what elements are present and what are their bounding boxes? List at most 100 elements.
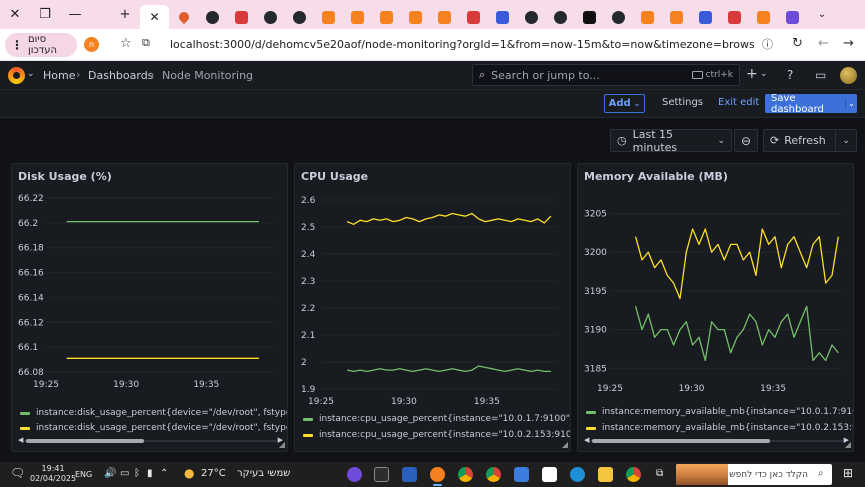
tab[interactable] xyxy=(256,5,285,29)
chevron-down-icon[interactable]: ⌄ xyxy=(27,69,35,79)
legend-scrollbar[interactable]: ◀ ▶ xyxy=(584,436,849,444)
site-info-icon[interactable]: ⓘ xyxy=(762,36,773,52)
taskbar-app-icon[interactable] xyxy=(374,467,389,482)
language-indicator[interactable]: ENG xyxy=(75,470,92,479)
tab[interactable] xyxy=(720,5,749,29)
tab[interactable] xyxy=(285,5,314,29)
battery-icon[interactable]: ▮ xyxy=(147,468,153,479)
scrollbar-thumb[interactable] xyxy=(592,439,770,443)
new-tab-icon[interactable]: + xyxy=(110,0,140,29)
tab[interactable] xyxy=(314,5,343,29)
bookmark-star-icon[interactable]: ☆ xyxy=(120,36,132,51)
url-field[interactable]: localhost:3000/d/dehomcv5e20aof/node-mon… xyxy=(170,38,754,51)
legend-item[interactable]: instance:cpu_usage_percent{instance="10.… xyxy=(303,430,570,440)
series-line[interactable] xyxy=(346,212,552,225)
legend-item[interactable]: instance:disk_usage_percent{device="/dev… xyxy=(20,423,287,433)
scroll-left-icon[interactable]: ◀ xyxy=(584,436,589,444)
resize-handle-icon[interactable]: ◢ xyxy=(562,440,568,449)
weather-icon[interactable]: ● xyxy=(184,466,194,480)
chrome-icon[interactable] xyxy=(626,467,641,482)
plus-icon[interactable]: + xyxy=(746,66,758,82)
scrollbar-thumb[interactable] xyxy=(26,439,144,443)
chevron-up-icon[interactable]: ⌃ xyxy=(160,468,168,479)
series-line[interactable] xyxy=(634,228,839,300)
translate-icon[interactable]: ⧉ xyxy=(142,36,150,50)
profile-update-button[interactable]: ⋮ סיום העדכון xyxy=(5,33,77,57)
series-line[interactable] xyxy=(346,365,551,373)
taskbar-app-icon[interactable] xyxy=(430,467,445,486)
breadcrumb-home[interactable]: Home xyxy=(43,69,75,82)
reload-icon[interactable]: ↻ xyxy=(792,36,803,51)
panel-cpu-usage[interactable]: CPU Usage 2.6 2.5 2.4 2.3 2.2 2.1 2 1.9 19:25 19:… xyxy=(294,163,571,452)
tab[interactable] xyxy=(546,5,575,29)
breadcrumb-dashboards[interactable]: Dashboards xyxy=(88,69,153,82)
notifications-icon[interactable]: 🗨 xyxy=(10,466,25,480)
save-dashboard-button[interactable]: Save dashboard ⌄ xyxy=(765,93,857,115)
global-search[interactable]: ⌕ ctrl+k xyxy=(472,64,740,86)
tab[interactable] xyxy=(691,5,720,29)
scroll-left-icon[interactable]: ◀ xyxy=(18,436,23,444)
tab[interactable] xyxy=(430,5,459,29)
tab[interactable] xyxy=(778,5,807,29)
word-icon[interactable] xyxy=(402,467,417,482)
tab[interactable] xyxy=(633,5,662,29)
grafana-logo-icon[interactable] xyxy=(8,67,25,84)
edge-icon[interactable] xyxy=(570,467,585,482)
tab[interactable] xyxy=(198,5,227,29)
tab[interactable] xyxy=(517,5,546,29)
legend-scrollbar[interactable]: ◀ ▶ xyxy=(18,436,283,444)
time-range-picker[interactable]: ◷ Last 15 minutes ⌄ xyxy=(610,128,732,154)
tab[interactable] xyxy=(604,5,633,29)
taskbar-search[interactable]: הקלד כאן כדי לחפש xyxy=(676,464,832,485)
chevron-down-icon[interactable]: ⌄ xyxy=(760,69,768,79)
task-view-icon[interactable]: ⧉ xyxy=(656,468,663,479)
exit-edit-button[interactable]: Exit edit xyxy=(718,97,759,108)
legend-item[interactable]: instance:cpu_usage_percent{instance="10.… xyxy=(303,414,570,424)
legend-item[interactable]: instance:memory_available_mb{instance="1… xyxy=(586,423,853,433)
store-icon[interactable] xyxy=(542,467,557,482)
search-input[interactable] xyxy=(491,68,686,82)
help-icon[interactable]: ? xyxy=(787,68,793,82)
weather-text[interactable]: שמשי בעיקר xyxy=(237,468,290,479)
tab[interactable] xyxy=(749,5,778,29)
legend-item[interactable]: instance:disk_usage_percent{device="/dev… xyxy=(20,408,287,418)
system-clock[interactable]: 19:41 02/04/2025 xyxy=(30,464,76,484)
tab[interactable] xyxy=(459,5,488,29)
zoom-out-button[interactable]: ⊖ xyxy=(734,129,758,152)
active-tab-close-icon[interactable]: ✕ xyxy=(140,5,169,29)
file-explorer-icon[interactable] xyxy=(598,467,613,482)
mail-icon[interactable] xyxy=(514,467,529,482)
bluetooth-icon[interactable]: ᛒ xyxy=(134,468,140,479)
panel-memory-available[interactable]: Memory Available (MB) 3205 3200 3195 3190 31… xyxy=(577,163,854,452)
profile-avatar[interactable]: n xyxy=(84,37,99,52)
tab[interactable] xyxy=(488,5,517,29)
tab-search-chevron-icon[interactable]: ⌄ xyxy=(807,0,837,29)
user-avatar[interactable] xyxy=(840,67,857,84)
resize-handle-icon[interactable]: ◢ xyxy=(845,440,851,449)
panel-disk-usage[interactable]: Disk Usage (%) 66.22 66.2 66.18 66.16 66.14 6… xyxy=(11,163,288,452)
chrome-icon[interactable] xyxy=(458,467,473,482)
chevron-down-icon[interactable]: ⌄ xyxy=(836,136,856,146)
resize-handle-icon[interactable]: ◢ xyxy=(279,440,285,449)
tab[interactable] xyxy=(343,5,372,29)
tab[interactable] xyxy=(575,5,604,29)
back-icon[interactable]: ← xyxy=(818,36,829,51)
series-line[interactable] xyxy=(634,305,839,362)
cpu-usage-chart[interactable]: 2.6 2.5 2.4 2.3 2.2 2.1 2 1.9 19:25 19:30 19:35 xyxy=(295,164,571,452)
tab[interactable] xyxy=(401,5,430,29)
network-icon[interactable]: ▭ xyxy=(120,468,129,479)
tab[interactable] xyxy=(662,5,691,29)
weather-temp[interactable]: 27°C xyxy=(201,468,226,479)
tab[interactable] xyxy=(169,5,198,29)
settings-button[interactable]: Settings xyxy=(662,97,703,108)
taskbar-app-icon[interactable] xyxy=(347,467,362,482)
taskbar-app-icon[interactable] xyxy=(486,467,501,482)
minimize-icon[interactable]: — xyxy=(60,0,90,29)
close-icon[interactable]: ✕ xyxy=(0,0,30,29)
tab[interactable] xyxy=(372,5,401,29)
start-icon[interactable]: ⊞ xyxy=(843,466,853,480)
forward-icon[interactable]: → xyxy=(843,36,854,51)
search-icon[interactable]: ⌕ xyxy=(818,468,824,479)
refresh-main[interactable]: ⟳ Refresh xyxy=(764,130,837,151)
window-restore-icon[interactable]: ❐ xyxy=(30,0,60,29)
